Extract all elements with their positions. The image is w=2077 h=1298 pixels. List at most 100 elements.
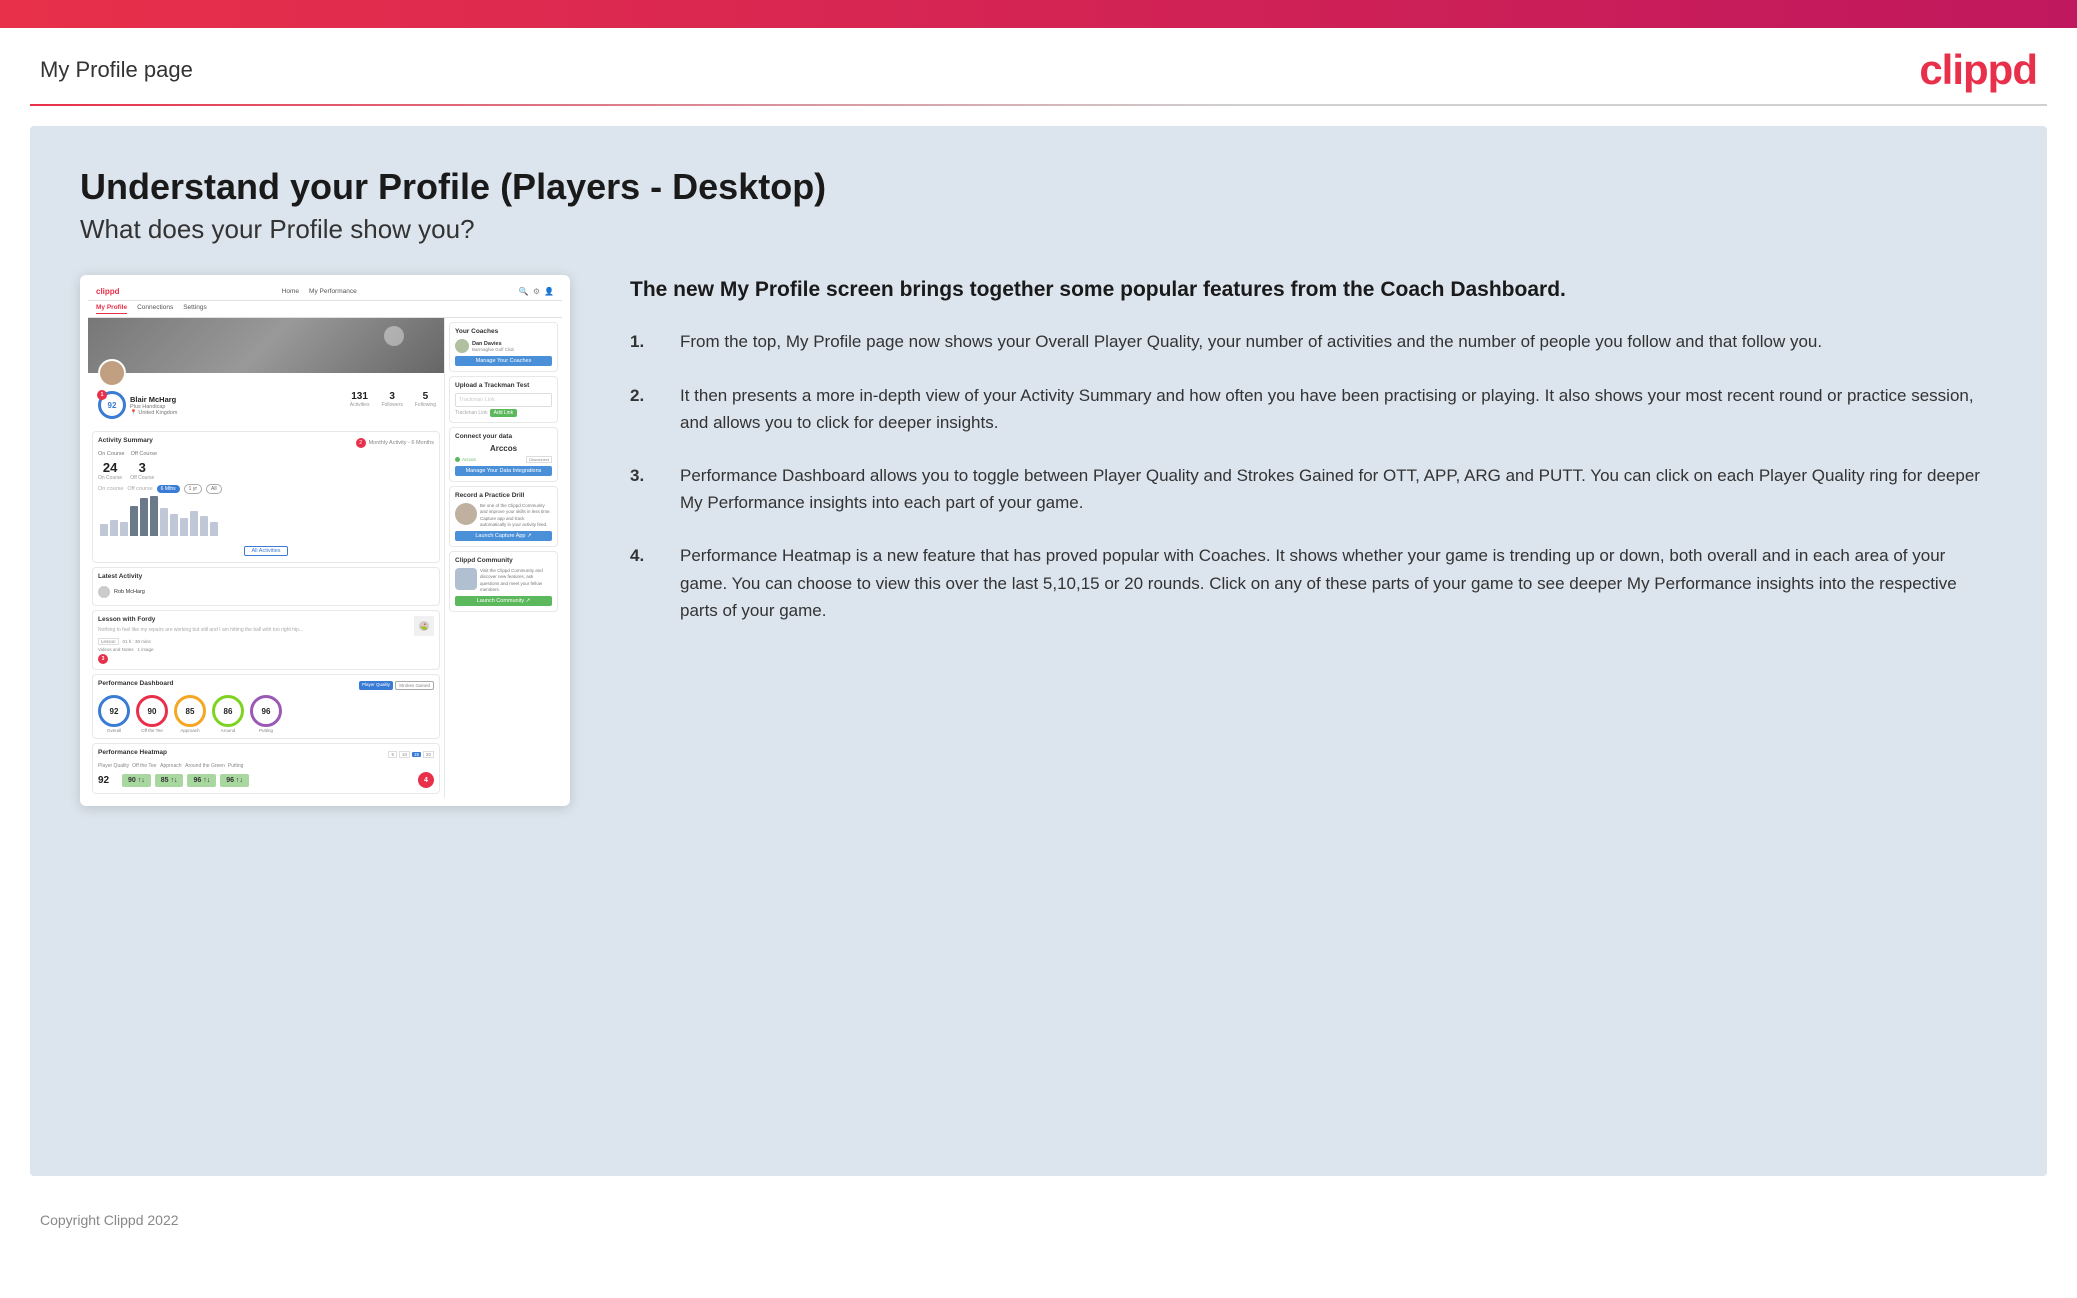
main-content: Understand your Profile (Players - Deskt… xyxy=(30,126,2047,1176)
mockup-latest-activity: Latest Activity Rob McHarg xyxy=(92,567,440,606)
mockup-lesson-videos: Videos and Notes xyxy=(98,647,133,652)
mockup-all-activities-btn: All Activities xyxy=(244,546,287,556)
mockup-trackman-input: Trackman Link xyxy=(455,393,552,407)
mockup-badge-3: 3 xyxy=(98,654,108,664)
circle-lbl-app: Approach xyxy=(174,728,206,733)
circle-lbl-arg: Around xyxy=(212,728,244,733)
lbl-arg: Around the Green xyxy=(185,763,225,769)
mockup-drill-desc: Be one of the Clippd Community and impro… xyxy=(480,503,552,528)
header-title: My Profile page xyxy=(40,57,193,83)
mockup-stats: 131 Activities 3 Followers 5 Following xyxy=(350,391,436,408)
pill-6mths: 6 Mths xyxy=(157,485,180,493)
mockup-activity-period: Monthly Activity - 6 Months xyxy=(369,440,434,446)
feature-item-3: Performance Dashboard allows you to togg… xyxy=(630,462,1997,516)
mockup-offcourse-lbl: Off Course xyxy=(131,451,158,457)
mockup-player-name: Blair McHarg xyxy=(130,395,178,404)
search-icon: 🔍 xyxy=(519,287,529,296)
mockup-activity-avatar xyxy=(98,586,110,598)
header: My Profile page clippd xyxy=(0,28,2077,104)
mockup-lesson-type: Lesson xyxy=(98,638,119,645)
mockup-pq-badge: 1 92 xyxy=(98,391,126,419)
mockup-followers-lbl: Followers xyxy=(381,402,402,408)
heat-arg: 96 ↑↓ xyxy=(187,774,216,787)
mockup-activity-title: Activity Summary xyxy=(98,437,153,444)
bar-10 xyxy=(190,511,198,536)
mockup-following-lbl: Following xyxy=(415,402,436,408)
mockup-disconnect-btn[interactable]: Disconnect xyxy=(526,456,552,463)
mockup-capture-app-btn[interactable]: Launch Capture App ↗ xyxy=(455,531,552,541)
mockup-profile-info: 1 92 Blair McHarg Plus Handicap 📍 United… xyxy=(88,373,444,427)
mockup-lesson-icon: ⛳ xyxy=(414,616,434,636)
mockup-community-title: Clippd Community xyxy=(455,557,552,564)
heatmap-15: 15 xyxy=(412,752,421,757)
mockup-drill-avatar xyxy=(455,503,477,525)
subnav-profile: My Profile xyxy=(96,304,127,314)
mockup-community-btn[interactable]: Launch Community ↗ xyxy=(455,596,552,606)
mockup-data-integrations-btn[interactable]: Manage Your Data Integrations xyxy=(455,466,552,476)
heatmap-10: 10 xyxy=(399,751,410,758)
bar-5 xyxy=(140,498,148,536)
settings-icon: ⚙ xyxy=(533,287,540,296)
mockup-activities-val: 131 xyxy=(350,391,370,402)
mockup-heatmap-controls: 5 10 15 20 xyxy=(388,751,434,758)
mockup-subnav: My Profile Connections Settings xyxy=(88,301,562,318)
mockup-drill-title: Record a Practice Drill xyxy=(455,492,552,499)
mockup-avatar xyxy=(98,359,126,387)
mockup-add-link-btn[interactable]: Add Link xyxy=(490,409,517,417)
mockup-arccos-status: Arccos xyxy=(455,457,476,462)
mockup-manage-coaches-btn[interactable]: Manage Your Coaches xyxy=(455,356,552,366)
page-title: Understand your Profile (Players - Deskt… xyxy=(80,166,1997,208)
heat-app: 85 ↑↓ xyxy=(155,774,184,787)
heatmap-20: 20 xyxy=(423,751,434,758)
feature-item-2: It then presents a more in-depth view of… xyxy=(630,382,1997,436)
mockup-lesson-duration: 01 h : 30 mins xyxy=(123,639,151,644)
mockup-badge-2: 2 xyxy=(356,438,366,448)
mockup-oncourse-lbl: On Course xyxy=(98,451,125,457)
lbl-pq: Player Quality xyxy=(98,763,129,769)
footer-text: Copyright Clippd 2022 xyxy=(40,1212,179,1228)
bar-6 xyxy=(150,496,158,536)
mockup-app-circle: 85 Approach xyxy=(174,695,206,733)
mockup-overall-circle: 92 Overall xyxy=(98,695,130,733)
mockup-perf-dashboard: Performance Dashboard Player Quality Str… xyxy=(92,674,440,739)
mockup-coach-avatar xyxy=(455,339,469,353)
svg-text:⛳: ⛳ xyxy=(420,623,428,631)
mockup-putt-circle: 96 Putting xyxy=(250,695,282,733)
user-icon: 👤 xyxy=(544,287,554,296)
mockup-community-content: Visit the Clippd Community and discover … xyxy=(455,568,552,593)
circle-lbl-putt: Putting xyxy=(250,728,282,733)
mockup-coach-item: Dan Davies Barrnaghie Golf Club xyxy=(455,339,552,353)
page-subtitle: What does your Profile show you? xyxy=(80,214,1997,245)
mockup-activity-item: Rob McHarg xyxy=(98,584,434,600)
feature-text-1: From the top, My Profile page now shows … xyxy=(680,328,1822,355)
mockup-logo: clippd xyxy=(96,287,120,296)
subnav-settings: Settings xyxy=(183,304,207,314)
features-list: From the top, My Profile page now shows … xyxy=(630,328,1997,624)
mockup-video-count: 1 image xyxy=(137,647,153,652)
mockup-community-desc: Visit the Clippd Community and discover … xyxy=(480,568,552,593)
mockup-perf-title: Performance Dashboard xyxy=(98,680,174,687)
bar-4 xyxy=(130,506,138,536)
mockup-arccos-connected: Arccos xyxy=(462,457,476,462)
mockup-right-panel: Your Coaches Dan Davies Barrnaghie Golf … xyxy=(444,318,562,798)
heat-ott: 90 ↑↓ xyxy=(122,774,151,787)
mockup-offcourse-type: Off Course xyxy=(130,475,154,481)
mockup-drill-content: Be one of the Clippd Community and impro… xyxy=(455,503,552,528)
mockup-trackman-hint: Trackman Link xyxy=(455,410,488,416)
mockup-badge-1: 1 xyxy=(97,390,107,400)
mockup-nav-icons: 🔍 ⚙ 👤 xyxy=(519,287,554,296)
mockup-oncourse-val: 24 xyxy=(98,460,122,475)
mockup-lesson-title: Lesson with Fordy xyxy=(98,616,303,623)
mockup-coaches: Your Coaches Dan Davies Barrnaghie Golf … xyxy=(449,322,558,372)
mockup-community-img xyxy=(455,568,477,590)
pill-all: All xyxy=(206,484,222,494)
mockup-arccos-row: Arccos Disconnect xyxy=(455,456,552,463)
mockup-community: Clippd Community Visit the Clippd Commun… xyxy=(449,551,558,612)
mockup-oncourse-type: On Course xyxy=(98,475,122,481)
mockup-connect-title: Connect your data xyxy=(455,433,552,440)
mockup-lesson-section: Lesson with Fordy Nothing to feel like m… xyxy=(92,610,440,670)
mockup-coach-club: Barrnaghie Golf Club xyxy=(472,347,514,352)
mockup-trackman: Upload a Trackman Test Trackman Link Tra… xyxy=(449,376,558,423)
mockup-trackman-title: Upload a Trackman Test xyxy=(455,382,552,389)
mockup-arccos-label: Arccos xyxy=(455,444,552,453)
